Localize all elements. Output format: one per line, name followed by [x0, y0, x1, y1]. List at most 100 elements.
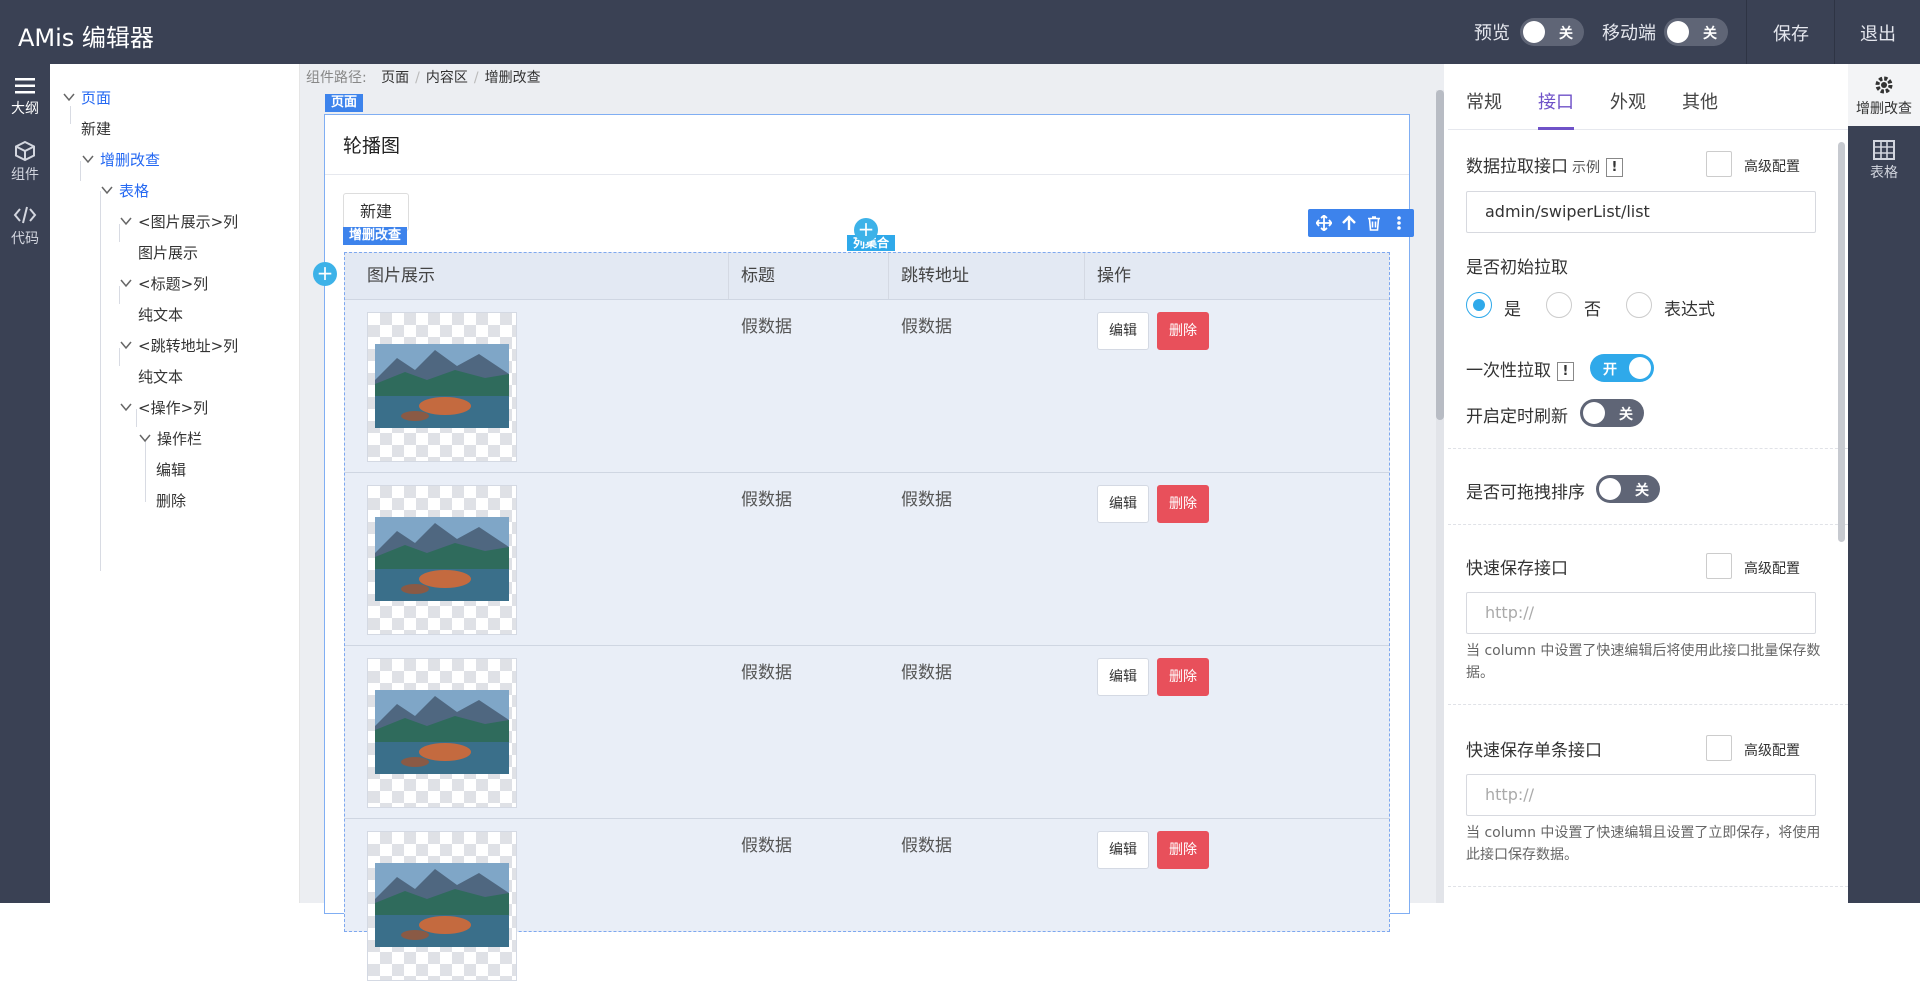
- init-fetch-yes-radio[interactable]: [1466, 292, 1492, 318]
- move-icon[interactable]: [1316, 215, 1332, 231]
- interval-toggle[interactable]: 关: [1580, 399, 1644, 427]
- rail-item-table[interactable]: 表格: [1848, 140, 1920, 182]
- tree-node-operation[interactable]: 操作栏: [138, 428, 202, 449]
- page-tag[interactable]: 页面: [325, 94, 364, 112]
- init-fetch-expr-radio[interactable]: [1626, 292, 1652, 318]
- tree-node-col-title[interactable]: <标题>列: [119, 273, 208, 294]
- table-row: 假数据 假数据 编辑 删除: [345, 819, 1389, 992]
- code-icon: [13, 206, 37, 224]
- fetch-api-advanced-checkbox[interactable]: [1706, 151, 1732, 177]
- quick-save-item-label: 快速保存单条接口: [1466, 741, 1602, 761]
- quick-save-input[interactable]: http://: [1466, 592, 1816, 634]
- tree-node-new[interactable]: 新建: [81, 118, 111, 139]
- quick-save-hint: 当 column 中设置了快速编辑后将使用此接口批量保存数据。: [1466, 643, 1821, 681]
- info-icon[interactable]: !: [1557, 362, 1574, 381]
- tree-node-image[interactable]: 图片展示: [138, 242, 198, 263]
- image-thumbnail[interactable]: [367, 312, 517, 462]
- tree-node-crud[interactable]: 增删改查: [81, 149, 160, 170]
- column-header-url[interactable]: 跳转地址: [889, 253, 1085, 299]
- editor-canvas: 组件路径: 页面 / 内容区 / 增删改查 页面 轮播图 新建 增删改查 列集合 + 图…: [300, 64, 1444, 981]
- column-header-title[interactable]: 标题: [729, 253, 889, 299]
- cell-url: 假数据: [901, 317, 952, 337]
- cell-title: 假数据: [741, 490, 792, 510]
- load-once-toggle[interactable]: 开: [1590, 354, 1654, 382]
- tree-node-text-1[interactable]: 纯文本: [138, 304, 183, 325]
- menu-icon: [15, 78, 35, 94]
- breadcrumb-crud[interactable]: 增删改查: [485, 70, 541, 86]
- fetch-api-advanced-label: 高级配置: [1744, 159, 1800, 175]
- image-thumbnail[interactable]: [367, 658, 517, 808]
- panel-scrollbar[interactable]: [1838, 142, 1845, 542]
- tab-other[interactable]: 其他: [1682, 88, 1718, 114]
- example-link[interactable]: 示例: [1572, 160, 1600, 176]
- tree-node-page[interactable]: 页面: [62, 87, 111, 108]
- rail-outline[interactable]: 大纲: [0, 76, 50, 118]
- exit-button[interactable]: 退出: [1860, 20, 1896, 46]
- tree-node-col-image[interactable]: <图片展示>列: [119, 211, 238, 232]
- init-fetch-no-radio[interactable]: [1546, 292, 1572, 318]
- save-button[interactable]: 保存: [1773, 20, 1809, 46]
- quick-save-advanced-checkbox[interactable]: [1706, 553, 1732, 579]
- cell-title: 假数据: [741, 663, 792, 683]
- edit-button[interactable]: 编辑: [1097, 312, 1149, 350]
- tab-appearance[interactable]: 外观: [1610, 88, 1646, 114]
- fetch-api-label: 数据拉取接口 示例!: [1466, 152, 1623, 177]
- edit-button[interactable]: 编辑: [1097, 831, 1149, 869]
- add-column-icon[interactable]: +: [313, 262, 337, 286]
- delete-button[interactable]: 删除: [1157, 485, 1209, 523]
- table-row: 假数据 假数据 编辑 删除: [345, 646, 1389, 819]
- tree-node-col-action[interactable]: <操作>列: [119, 397, 208, 418]
- property-panel: 常规 接口 外观 其他 数据拉取接口 示例! 高级配置 admin/swiperL…: [1448, 64, 1848, 903]
- rail-components[interactable]: 组件: [0, 140, 50, 184]
- tab-general[interactable]: 常规: [1466, 88, 1502, 114]
- quick-save-item-input[interactable]: http://: [1466, 774, 1816, 816]
- preview-toggle[interactable]: 关: [1520, 18, 1584, 46]
- add-above-icon[interactable]: +: [854, 218, 878, 242]
- page-container[interactable]: 轮播图 新建 增删改查 列集合 + 图片展示 标题 跳转地址 操作 假数据 假数…: [324, 114, 1414, 981]
- image-thumbnail[interactable]: [367, 485, 517, 635]
- more-icon[interactable]: [1391, 215, 1407, 231]
- left-rail: 大纲 组件 代码: [0, 64, 50, 903]
- init-fetch-no-label: 否: [1584, 300, 1601, 320]
- breadcrumb: 组件路径: 页面 / 内容区 / 增删改查: [306, 70, 541, 86]
- canvas-scrollbar-thumb[interactable]: [1436, 90, 1444, 420]
- table-row: 假数据 假数据 编辑 删除: [345, 473, 1389, 646]
- right-rail: 增删改查 表格: [1848, 64, 1920, 903]
- breadcrumb-page[interactable]: 页面: [381, 70, 409, 86]
- trash-icon[interactable]: [1366, 215, 1382, 231]
- delete-button[interactable]: 删除: [1157, 312, 1209, 350]
- cube-icon: [15, 140, 35, 162]
- tree-node-delete[interactable]: 删除: [156, 490, 186, 511]
- quick-save-item-hint: 当 column 中设置了快速编辑且设置了立即保存，将使用此接口保存数据。: [1466, 825, 1821, 863]
- tree-node-edit[interactable]: 编辑: [156, 459, 186, 480]
- crud-tag[interactable]: 增删改查: [343, 227, 408, 245]
- page-header: 轮播图: [325, 115, 1409, 175]
- draggable-toggle[interactable]: 关: [1596, 475, 1660, 503]
- edit-button[interactable]: 编辑: [1097, 485, 1149, 523]
- tab-api[interactable]: 接口: [1538, 88, 1574, 114]
- fetch-api-input[interactable]: admin/swiperList/list: [1466, 191, 1816, 233]
- load-once-label: 一次性拉取!: [1466, 356, 1574, 381]
- breadcrumb-content[interactable]: 内容区: [426, 70, 468, 86]
- column-header-image[interactable]: 图片展示: [345, 253, 729, 299]
- tree-node-col-url[interactable]: <跳转地址>列: [119, 335, 238, 356]
- init-fetch-yes-label: 是: [1504, 300, 1521, 320]
- column-header-action[interactable]: 操作: [1085, 253, 1389, 299]
- tree-node-table[interactable]: 表格: [100, 180, 149, 201]
- cell-title: 假数据: [741, 317, 792, 337]
- rail-item-crud[interactable]: 增删改查: [1848, 64, 1920, 126]
- rail-code[interactable]: 代码: [0, 204, 50, 248]
- crud-table[interactable]: 图片展示 标题 跳转地址 操作 假数据 假数据 编辑 删除 假数据 假数据 编辑…: [344, 252, 1390, 981]
- tree-node-text-2[interactable]: 纯文本: [138, 366, 183, 387]
- outline-panel: 页面 新建 增删改查 表格 <图片展示>列 图片展示 <标题>列 纯文本 <跳转…: [50, 64, 300, 903]
- mobile-toggle[interactable]: 关: [1664, 18, 1728, 46]
- edit-button[interactable]: 编辑: [1097, 658, 1149, 696]
- arrow-up-icon[interactable]: [1341, 215, 1357, 231]
- delete-button[interactable]: 删除: [1157, 831, 1209, 869]
- new-button[interactable]: 新建: [343, 193, 409, 231]
- info-icon[interactable]: !: [1606, 158, 1623, 177]
- delete-button[interactable]: 删除: [1157, 658, 1209, 696]
- quick-save-item-advanced-checkbox[interactable]: [1706, 735, 1732, 761]
- table-row: 假数据 假数据 编辑 删除: [345, 300, 1389, 473]
- image-thumbnail[interactable]: [367, 831, 517, 981]
